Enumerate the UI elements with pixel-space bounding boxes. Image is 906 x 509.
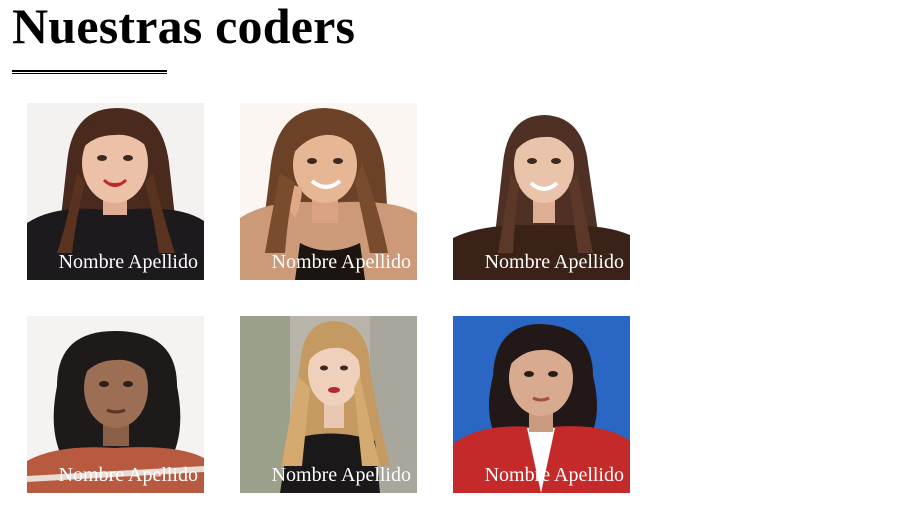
coder-name: Nombre Apellido — [58, 251, 198, 273]
coder-card[interactable]: Nombre Apellido — [27, 316, 204, 493]
coder-name: Nombre Apellido — [271, 464, 411, 486]
coder-card[interactable]: Nombre Apellido — [453, 316, 630, 493]
coder-card[interactable]: Nombre Apellido — [453, 103, 630, 280]
page-title: Nuestras coders — [12, 0, 356, 54]
coder-card[interactable]: Nombre Apellido — [240, 103, 417, 280]
title-underline — [12, 70, 167, 74]
coder-name: Nombre Apellido — [58, 464, 198, 486]
coder-name: Nombre Apellido — [484, 251, 624, 273]
coder-name: Nombre Apellido — [484, 464, 624, 486]
coder-card[interactable]: Nombre Apellido — [27, 103, 204, 280]
coder-name: Nombre Apellido — [271, 251, 411, 273]
coder-card[interactable]: Nombre Apellido — [240, 316, 417, 493]
